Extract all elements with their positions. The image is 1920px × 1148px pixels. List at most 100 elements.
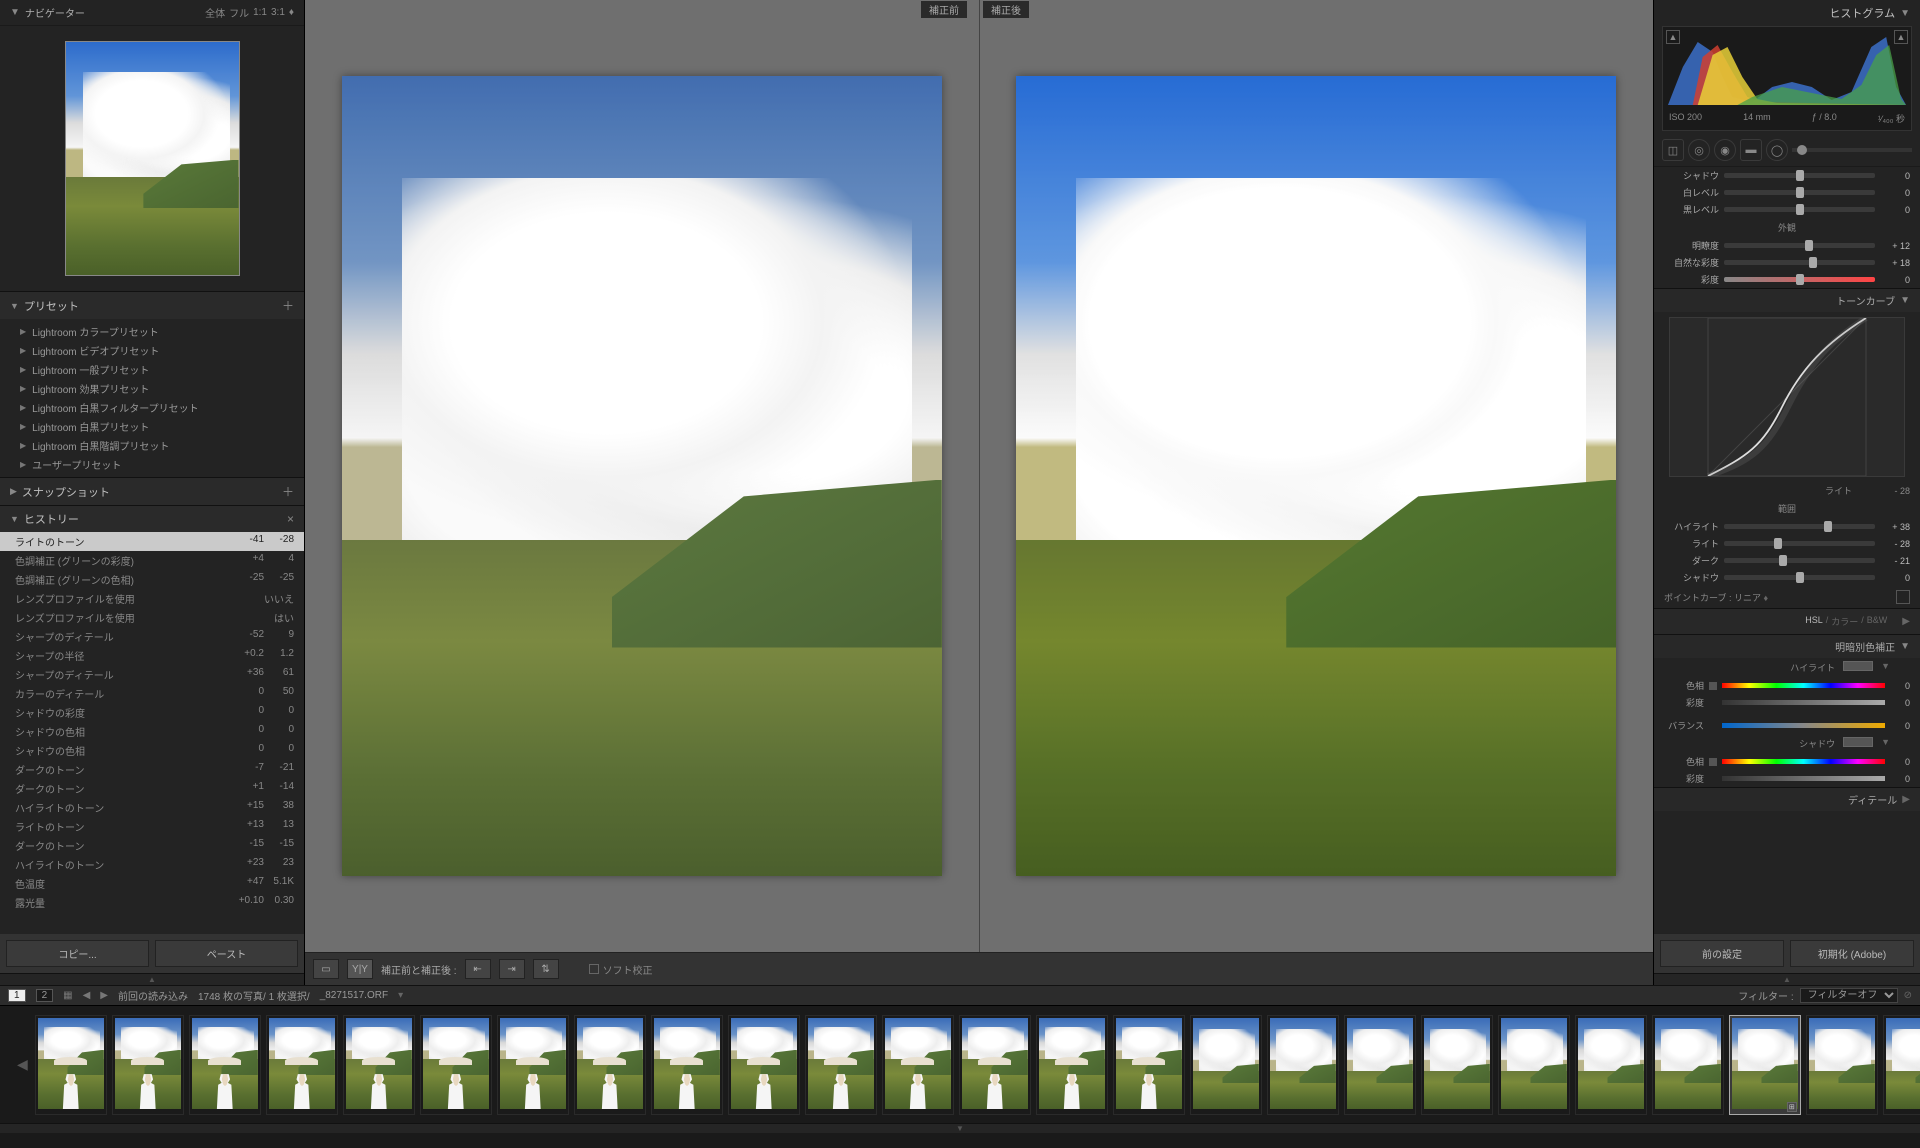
page-1[interactable]: 1 bbox=[8, 989, 26, 1002]
preset-item[interactable]: ▶Lightroom 効果プリセット bbox=[20, 379, 304, 398]
compare-yy-icon[interactable]: Y|Y bbox=[347, 959, 373, 979]
gradient-tool-icon[interactable]: ▬ bbox=[1740, 139, 1762, 161]
history-item[interactable]: ダークのトーン+1-14 bbox=[0, 779, 304, 798]
grid-view-icon[interactable]: ▦ bbox=[63, 990, 72, 1001]
filmstrip-thumb[interactable] bbox=[112, 1015, 184, 1115]
preset-item[interactable]: ▶ユーザープリセット bbox=[20, 455, 304, 474]
forward-icon[interactable]: ▶ bbox=[100, 990, 108, 1001]
history-item[interactable]: 露光量+0.100.30 bbox=[0, 893, 304, 912]
filmstrip-thumb[interactable] bbox=[882, 1015, 954, 1115]
zoom-1-1[interactable]: 1:1 bbox=[253, 7, 267, 18]
navigator-preview[interactable] bbox=[0, 26, 304, 291]
clarity-slider[interactable] bbox=[1724, 243, 1875, 248]
split-tone-header[interactable]: 明暗別色補正▼ bbox=[1654, 634, 1920, 658]
filmstrip-thumb[interactable] bbox=[651, 1015, 723, 1115]
tc-dark-slider[interactable] bbox=[1724, 558, 1875, 563]
preset-item[interactable]: ▶Lightroom 白黒プリセット bbox=[20, 417, 304, 436]
brush-size-slider[interactable] bbox=[1792, 148, 1912, 152]
saturation-slider[interactable] bbox=[1724, 277, 1875, 282]
preset-item[interactable]: ▶Lightroom 一般プリセット bbox=[20, 360, 304, 379]
before-image-area[interactable] bbox=[305, 0, 979, 952]
after-image-area[interactable] bbox=[979, 0, 1654, 952]
preset-item[interactable]: ▶Lightroom ビデオプリセット bbox=[20, 341, 304, 360]
filmstrip-thumb[interactable] bbox=[266, 1015, 338, 1115]
vibrance-slider[interactable] bbox=[1724, 260, 1875, 265]
history-item[interactable]: シャドウの色相00 bbox=[0, 722, 304, 741]
preset-item[interactable]: ▶Lightroom カラープリセット bbox=[20, 322, 304, 341]
st-balance-slider[interactable] bbox=[1722, 723, 1885, 728]
presets-header[interactable]: ▼ プリセット ＋ bbox=[0, 292, 304, 319]
clear-history-icon[interactable]: × bbox=[287, 512, 294, 526]
history-item[interactable]: シャドウの彩度00 bbox=[0, 703, 304, 722]
tone-curve-header[interactable]: トーンカーブ▼ bbox=[1654, 288, 1920, 312]
radial-tool-icon[interactable]: ◯ bbox=[1766, 139, 1788, 161]
panel-grip-icon[interactable]: ▲ bbox=[0, 973, 304, 985]
histogram[interactable]: ▲ ▲ ISO 200 14 mm ƒ / 8.0 ¹⁄₄₀₀ 秒 bbox=[1662, 26, 1912, 131]
st-sh-sat-slider[interactable] bbox=[1722, 776, 1885, 781]
shadow-slider[interactable] bbox=[1724, 173, 1875, 178]
history-item[interactable]: ライトのトーン-41-28 bbox=[0, 532, 304, 551]
history-item[interactable]: レンズプロファイルを使用はい bbox=[0, 608, 304, 627]
tc-shadow-slider[interactable] bbox=[1724, 575, 1875, 580]
filter-lock-icon[interactable]: ⊘ bbox=[1904, 990, 1912, 1001]
copy-settings-icon[interactable]: ⇅ bbox=[533, 959, 559, 979]
white-slider[interactable] bbox=[1724, 190, 1875, 195]
history-item[interactable]: 色調補正 (グリーンの彩度)+44 bbox=[0, 551, 304, 570]
st-hl-hue-slider[interactable] bbox=[1722, 683, 1885, 688]
zoom-3-1[interactable]: 3:1 bbox=[271, 7, 285, 18]
filmstrip-thumb[interactable] bbox=[189, 1015, 261, 1115]
history-item[interactable]: シャドウの色相00 bbox=[0, 741, 304, 760]
highlight-clip-icon[interactable]: ▲ bbox=[1894, 30, 1908, 44]
back-icon[interactable]: ◀ bbox=[83, 990, 91, 1001]
preset-item[interactable]: ▶Lightroom 白黒階調プリセット bbox=[20, 436, 304, 455]
filmstrip-thumb[interactable] bbox=[497, 1015, 569, 1115]
filmstrip-left-icon[interactable]: ◀ bbox=[15, 1056, 30, 1073]
history-header[interactable]: ▼ ヒストリー × bbox=[0, 506, 304, 532]
redeye-tool-icon[interactable]: ◉ bbox=[1714, 139, 1736, 161]
preset-item[interactable]: ▶Lightroom 白黒フィルタープリセット bbox=[20, 398, 304, 417]
filter-select[interactable]: フィルターオフ bbox=[1800, 988, 1898, 1003]
history-item[interactable]: ハイライトのトーン+1538 bbox=[0, 798, 304, 817]
zoom-menu-icon[interactable]: ♦ bbox=[289, 7, 294, 18]
filmstrip-thumb[interactable] bbox=[1344, 1015, 1416, 1115]
paste-button[interactable]: ペースト bbox=[155, 940, 298, 967]
soft-proof-checkbox[interactable]: ソフト校正 bbox=[589, 962, 653, 977]
tc-highlight-slider[interactable] bbox=[1724, 524, 1875, 529]
filmstrip-thumb[interactable] bbox=[728, 1015, 800, 1115]
filmstrip-thumb[interactable] bbox=[1806, 1015, 1878, 1115]
history-item[interactable]: レンズプロファイルを使用いいえ bbox=[0, 589, 304, 608]
panel-grip-icon[interactable]: ▲ bbox=[1654, 973, 1920, 985]
page-2[interactable]: 2 bbox=[36, 989, 54, 1002]
filmstrip-thumb[interactable] bbox=[805, 1015, 877, 1115]
swap-after-icon[interactable]: ⇥ bbox=[499, 959, 525, 979]
history-item[interactable]: シャープのディテール-529 bbox=[0, 627, 304, 646]
spot-tool-icon[interactable]: ◎ bbox=[1688, 139, 1710, 161]
black-slider[interactable] bbox=[1724, 207, 1875, 212]
filmstrip-thumb[interactable] bbox=[343, 1015, 415, 1115]
filmstrip-thumb[interactable] bbox=[1113, 1015, 1185, 1115]
filmstrip-thumb[interactable]: ⊞ bbox=[1729, 1015, 1801, 1115]
history-item[interactable]: シャープの半径+0.21.2 bbox=[0, 646, 304, 665]
filmstrip-thumb[interactable] bbox=[1575, 1015, 1647, 1115]
zoom-fit[interactable]: 全体 bbox=[205, 5, 225, 20]
zoom-fill[interactable]: フル bbox=[229, 5, 249, 20]
detail-header[interactable]: ディテール▶ bbox=[1654, 787, 1920, 811]
panel-grip-icon[interactable]: ▼ bbox=[0, 1123, 1920, 1133]
histogram-header[interactable]: ヒストグラム ▼ bbox=[1654, 0, 1920, 26]
add-preset-icon[interactable]: ＋ bbox=[282, 297, 294, 314]
filmstrip-thumb[interactable] bbox=[1652, 1015, 1724, 1115]
st-sh-hue-slider[interactable] bbox=[1722, 759, 1885, 764]
history-item[interactable]: シャープのディテール+3661 bbox=[0, 665, 304, 684]
previous-settings-button[interactable]: 前の設定 bbox=[1660, 940, 1784, 967]
filmstrip-thumb[interactable] bbox=[1190, 1015, 1262, 1115]
filmstrip-thumb[interactable] bbox=[1267, 1015, 1339, 1115]
loupe-view-icon[interactable]: ▭ bbox=[313, 959, 339, 979]
filmstrip-thumb[interactable] bbox=[420, 1015, 492, 1115]
swap-before-icon[interactable]: ⇤ bbox=[465, 959, 491, 979]
filmstrip-thumb[interactable] bbox=[1036, 1015, 1108, 1115]
add-snapshot-icon[interactable]: ＋ bbox=[282, 483, 294, 500]
filmstrip-thumb[interactable] bbox=[35, 1015, 107, 1115]
st-hl-sat-slider[interactable] bbox=[1722, 700, 1885, 705]
point-curve-toggle-icon[interactable] bbox=[1896, 590, 1910, 604]
filmstrip-thumb[interactable] bbox=[1498, 1015, 1570, 1115]
